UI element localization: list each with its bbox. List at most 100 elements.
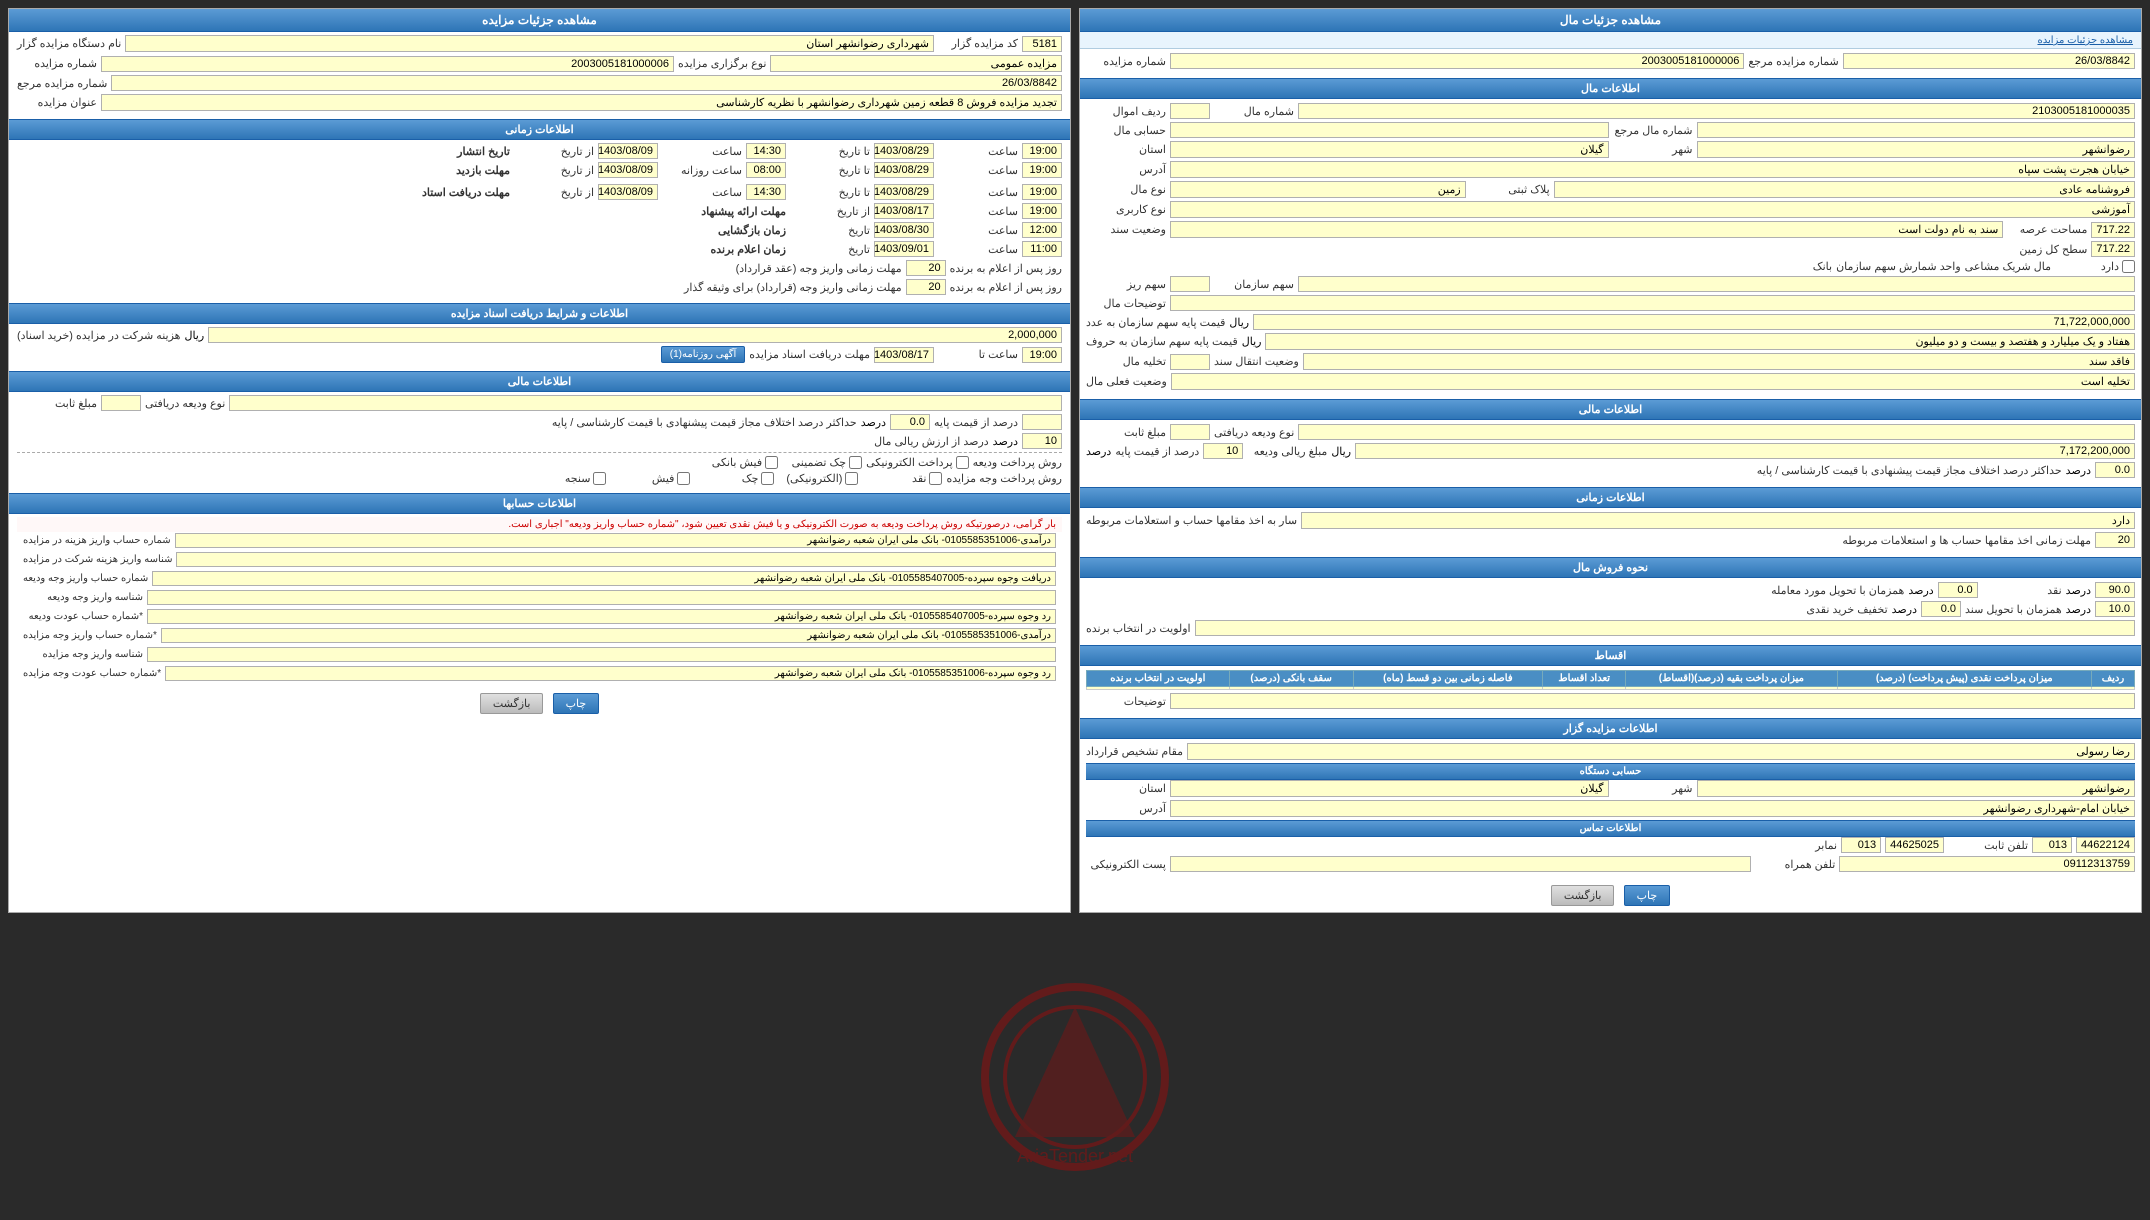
takhliye-feli-value: تخلیه است xyxy=(1171,373,2135,390)
hamzman-value: 0.0 xyxy=(1938,582,1978,598)
forosh-info-header: نحوه فروش مال xyxy=(1080,557,2141,578)
agahi-btn[interactable]: آگهی روزنامه(1) xyxy=(661,346,746,363)
towzih-mal-value xyxy=(1170,295,2135,311)
electronic-checkbox[interactable] xyxy=(956,456,969,469)
naghd-checkbox[interactable] xyxy=(929,472,942,485)
hesab-field-6 xyxy=(147,647,1056,662)
hesab-value xyxy=(1170,122,1609,138)
zaman-baz-value: 1403/08/30 xyxy=(874,222,934,238)
right-buttons: چاپ بازگشت xyxy=(9,687,1070,720)
roos-vojh-row: روش پرداخت وجه مزایده نقد (الکترونیکی) چ… xyxy=(17,472,1062,485)
shmz-ref-value: 26/03/8842 xyxy=(1843,53,2135,69)
nooe-barkzari-value: مزایده عمومی xyxy=(770,55,1062,72)
kargo-addr-value: خیابان امام-شهرداری رضوانشهر xyxy=(1170,800,2135,817)
khalif-value: 0.0 xyxy=(1921,601,1961,617)
fesh-vojh-checkbox[interactable] xyxy=(677,472,690,485)
moghaam-value: رضا رسولی xyxy=(1187,743,2135,760)
aqsat-header: اقساط xyxy=(1080,645,2141,666)
hesab-row-7: رد وجوه سپرده-0105585351006- بانک ملی ای… xyxy=(17,665,1062,682)
sahm-sazman-value xyxy=(1298,276,2135,292)
right-mali-header: اطلاعات مالی xyxy=(9,371,1070,392)
left-buttons: چاپ بازگشت xyxy=(1080,879,2141,912)
rd-amval-value xyxy=(1170,103,1210,119)
price-base-value: 71,722,000,000 xyxy=(1253,314,2135,330)
fesh-banki-checkbox[interactable] xyxy=(765,456,778,469)
vaziyt-enteghal-value: فاقد سند xyxy=(1303,353,2135,370)
name-dastgah-value: شهرداری رضوانشهر استان xyxy=(125,35,934,52)
col-fasele: فاصله زمانی بین دو قسط (ماه) xyxy=(1353,671,1543,687)
saat-from-value1: 14:30 xyxy=(746,143,786,159)
check-tazmini-checkbox[interactable] xyxy=(849,456,862,469)
right-mablagh-value xyxy=(101,395,141,411)
hesab-label-0: شماره حساب واریز هزینه در مزایده xyxy=(23,535,171,546)
mohlet-estfade-from: 1403/08/17 xyxy=(874,203,934,219)
mohlet-variz2-value: 20 xyxy=(906,279,946,295)
zaman-baz-saat: 12:00 xyxy=(1022,222,1062,238)
tarikh-to-value1: 1403/08/29 xyxy=(874,143,934,159)
mohlet-arahe-from: 1403/08/09 xyxy=(598,184,658,200)
right-zamani-section: 19:00 ساعت 1403/08/29 تا تاریخ 14:30 ساع… xyxy=(9,140,1070,301)
takhliye-value xyxy=(1170,354,1210,370)
right-back-button[interactable]: بازگشت xyxy=(480,693,544,714)
col-tedad: تعداد اقساط xyxy=(1543,671,1626,687)
hesab-row-4: رد وجوه سپرده-0105585407005- بانک ملی ای… xyxy=(17,608,1062,625)
hesab-label-4: *شماره حساب عودت ودیعه xyxy=(23,611,143,622)
svg-text:AriaTender.net: AriaTender.net xyxy=(1017,1146,1133,1166)
hesab-label-6: شناسه واریز وجه مزایده xyxy=(23,649,143,660)
shmz-ref-label: شماره مزایده مرجع xyxy=(1748,55,1838,68)
col-radif: ردیف xyxy=(2091,671,2134,687)
right-top-fields: 5181 کد مزایده گزار شهرداری رضوانشهر است… xyxy=(9,32,1070,117)
shmz-mz-label: شماره مزایده xyxy=(1086,55,1166,68)
mohlet-arahe-to: 1403/08/29 xyxy=(874,184,934,200)
breadcrumb-link[interactable]: مشاهده جزئیات مزایده xyxy=(2037,35,2133,46)
mohlet-estfade-saat: 19:00 xyxy=(1022,203,1062,219)
top-fields: 26/03/8842 شماره مزایده مرجع 20030051810… xyxy=(1080,49,2141,76)
left-print-button[interactable]: چاپ xyxy=(1624,885,1671,906)
separator xyxy=(17,452,1062,453)
mablagh-riali-value: 7,172,200,000 xyxy=(1355,443,2135,459)
right-panel: مشاهده جزئیات مزایده 5181 کد مزایده گزار… xyxy=(8,8,1071,913)
mal-info-header: اطلاعات مال xyxy=(1080,78,2141,99)
right-darsd-value xyxy=(1022,414,1062,430)
sahm-riz-value xyxy=(1170,276,1210,292)
col-saqf: سقف بانکی (درصد) xyxy=(1229,671,1353,687)
hesab-field-7: رد وجوه سپرده-0105585351006- بانک ملی ای… xyxy=(165,666,1056,681)
electronic-vojh-checkbox[interactable] xyxy=(845,472,858,485)
tarikh-from-value1: 1403/08/09 xyxy=(598,143,658,159)
kargo-ostan-value: گیلان xyxy=(1170,780,1609,797)
mal-sharik-checkbox[interactable] xyxy=(2122,260,2135,273)
col-pish: میزان پرداخت نقدی (پیش پرداخت) (درصد) xyxy=(1837,671,2091,687)
hesab-label-3: شناسه واریز وجه ودیعه xyxy=(23,592,143,603)
mohlet-value: 20 xyxy=(2095,532,2135,548)
type-karbri-value: آموزشی xyxy=(1170,201,2135,218)
masahat-value: 717.22 xyxy=(2091,222,2135,238)
shmz-mz-value: 2003005181000006 xyxy=(1170,53,1744,69)
tel-sabet-value: 44622124 xyxy=(2076,837,2135,853)
towzih-forosh-value xyxy=(1170,693,2135,709)
hesab-header: اطلاعات حسابها xyxy=(9,493,1070,514)
check-vojh-checkbox[interactable] xyxy=(761,472,774,485)
table-row xyxy=(1087,687,2135,690)
ostan-value: گیلان xyxy=(1170,141,1609,158)
aqsat-table: ردیف میزان پرداخت نقدی (پیش پرداخت) (درص… xyxy=(1086,670,2135,690)
right-mali-section: نوع ودیعه دریافتی مبلغ ثابت درصد از قیمت… xyxy=(9,392,1070,491)
saat-mohlet-from: 08:00 xyxy=(746,162,786,178)
kargo-city-value: رضوانشهر xyxy=(1697,780,2136,797)
code-mzyd-value: 5181 xyxy=(1022,36,1062,52)
forosh-info-section: 90.0 درصد نقد 0.0 درصد همزمان با تحویل م… xyxy=(1080,578,2141,643)
right-shmz-ref-value: 26/03/8842 xyxy=(111,75,1062,91)
right-hakamgari-value: 0.0 xyxy=(890,414,930,430)
aqsat-section: ردیف میزان پرداخت نقدی (پیش پرداخت) (درص… xyxy=(1080,666,2141,716)
hesab-label-1: شناسه واریز هزینه شرکت در مزایده xyxy=(23,554,172,565)
sanad-checkbox[interactable] xyxy=(593,472,606,485)
hesab-label-5: *شماره حساب واریز وجه مزایده xyxy=(23,630,157,641)
darsd-value: 10 xyxy=(1203,443,1243,459)
right-print-button[interactable]: چاپ xyxy=(553,693,600,714)
sara-value: دارد xyxy=(1301,512,2135,529)
left-back-button[interactable]: بازگشت xyxy=(1551,885,1615,906)
mali-info-section: نوع ودیعه دریافتی مبلغ ثابت 7,172,200,00… xyxy=(1080,420,2141,485)
hesab-row-6: شناسه واریز وجه مزایده xyxy=(17,646,1062,663)
right-zamani-header: اطلاعات زمانی xyxy=(9,119,1070,140)
naghd-value: 90.0 xyxy=(2095,582,2135,598)
mal-info-section: 2103005181000035 شماره مال ردیف اموال شم… xyxy=(1080,99,2141,397)
